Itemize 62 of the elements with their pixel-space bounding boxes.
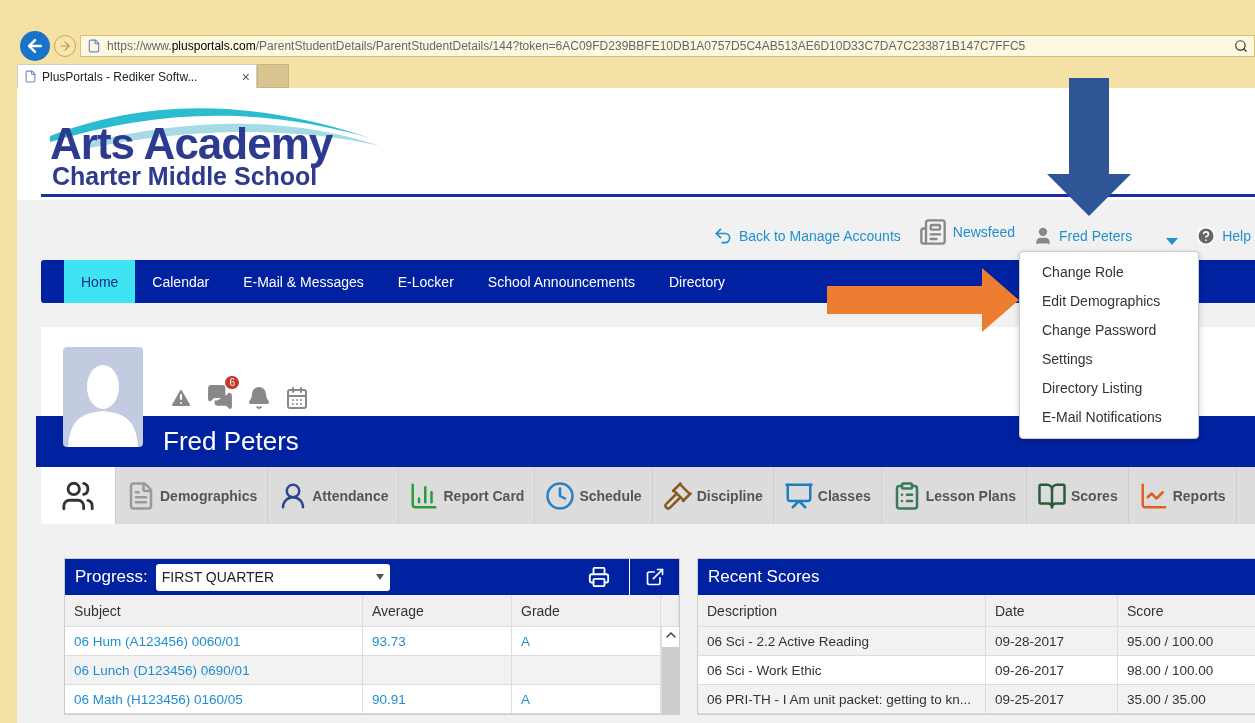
newspaper-icon <box>918 218 947 246</box>
progress-label: Progress: <box>75 567 148 587</box>
table-cell: 06 Hum (A123456) 0060/01 <box>65 627 363 656</box>
table-cell: 95.00 / 100.00 <box>1118 627 1255 656</box>
column-header: Date <box>986 595 1118 627</box>
back-button[interactable] <box>20 31 50 61</box>
school-logo: Arts Academy Charter Middle School <box>50 98 390 190</box>
printer-icon <box>588 566 610 588</box>
menu-item[interactable]: Edit Demographics <box>1020 287 1198 316</box>
close-icon[interactable]: × <box>241 68 250 85</box>
column-header: Grade <box>512 595 661 627</box>
messages-icon[interactable] <box>207 384 233 410</box>
search-icon <box>1234 39 1248 53</box>
table-cell: 06 Math (H123456) 0160/05 <box>65 685 363 714</box>
table-cell: A <box>512 685 661 714</box>
nav-item[interactable]: School Announcements <box>470 260 652 303</box>
nav-item[interactable]: E-Locker <box>380 260 471 303</box>
external-link-icon <box>644 567 665 587</box>
table-cell: 90.91 <box>363 685 512 714</box>
profile-tab[interactable] <box>41 467 116 524</box>
table-cell: 09-28-2017 <box>986 627 1118 656</box>
nav-item[interactable]: Calendar <box>135 260 227 303</box>
menu-item[interactable]: Change Password <box>1020 316 1198 345</box>
column-header: Description <box>698 595 986 627</box>
scrollbar-thumb[interactable] <box>662 647 679 714</box>
column-header: Score <box>1118 595 1255 627</box>
menu-item[interactable]: Change Role <box>1020 258 1198 287</box>
help-icon <box>1196 226 1217 246</box>
bell-icon[interactable] <box>247 386 271 410</box>
table-cell: 06 PRI-TH - I Am unit packet: getting to kn... <box>698 685 986 714</box>
table-cell: A <box>512 627 661 656</box>
url-text: https://www.plusportals.com/ParentStudentDetails/ParentStudentDetails/144?token=6AC09FD239BBFE10DB1A0757D5C4AB513AE6D10D33C7DA7C233871B147C7FFC5 <box>107 39 1026 53</box>
column-header: Average <box>363 595 512 627</box>
clock-icon <box>545 480 576 511</box>
back-arrow-icon <box>712 226 733 246</box>
table-cell: 06 Sci - 2.2 Active Reading <box>698 627 986 656</box>
table-cell: 35.00 / 35.00 <box>1118 685 1255 714</box>
table-cell: 09-25-2017 <box>986 685 1118 714</box>
browser-tab[interactable]: PlusPortals - Rediker Softw... × <box>17 64 257 88</box>
table-cell: 06 Lunch (D123456) 0690/01 <box>65 656 363 685</box>
table-cell: 09-26-2017 <box>986 656 1118 685</box>
message-count-badge: 6 <box>225 376 239 389</box>
table-cell: 06 Sci - Work Ethic <box>698 656 986 685</box>
table-cell: 93.73 <box>363 627 512 656</box>
period-select[interactable]: FIRST QUARTER <box>155 563 390 591</box>
dropdown-arrow-icon <box>375 574 384 580</box>
nav-item[interactable]: Home <box>64 260 136 303</box>
menu-item[interactable]: Directory Listing <box>1020 374 1198 403</box>
nav-item[interactable]: E-Mail & Messages <box>226 260 381 303</box>
forward-arrow-icon <box>58 39 72 53</box>
page-icon <box>24 70 37 83</box>
address-bar[interactable]: https://www.plusportals.com/ParentStudentDetails/ParentStudentDetails/144?token=6AC09FD239BBFE10DB1A0757D5C4AB513AE6D10D33C7DA7C233871B147C7FFC5 <box>80 35 1255 57</box>
page-icon <box>87 39 101 53</box>
nav-item[interactable]: Directory <box>651 260 742 303</box>
panel-title: Recent Scores <box>708 567 820 587</box>
column-header: Subject <box>65 595 363 627</box>
gavel-icon <box>662 480 693 511</box>
profile-name: Fred Peters <box>163 426 299 457</box>
caret-icon[interactable] <box>1166 238 1179 246</box>
menu-item[interactable]: E-Mail Notifications <box>1020 403 1198 432</box>
calendar-icon[interactable] <box>285 386 309 410</box>
menu-item[interactable]: Settings <box>1020 345 1198 374</box>
